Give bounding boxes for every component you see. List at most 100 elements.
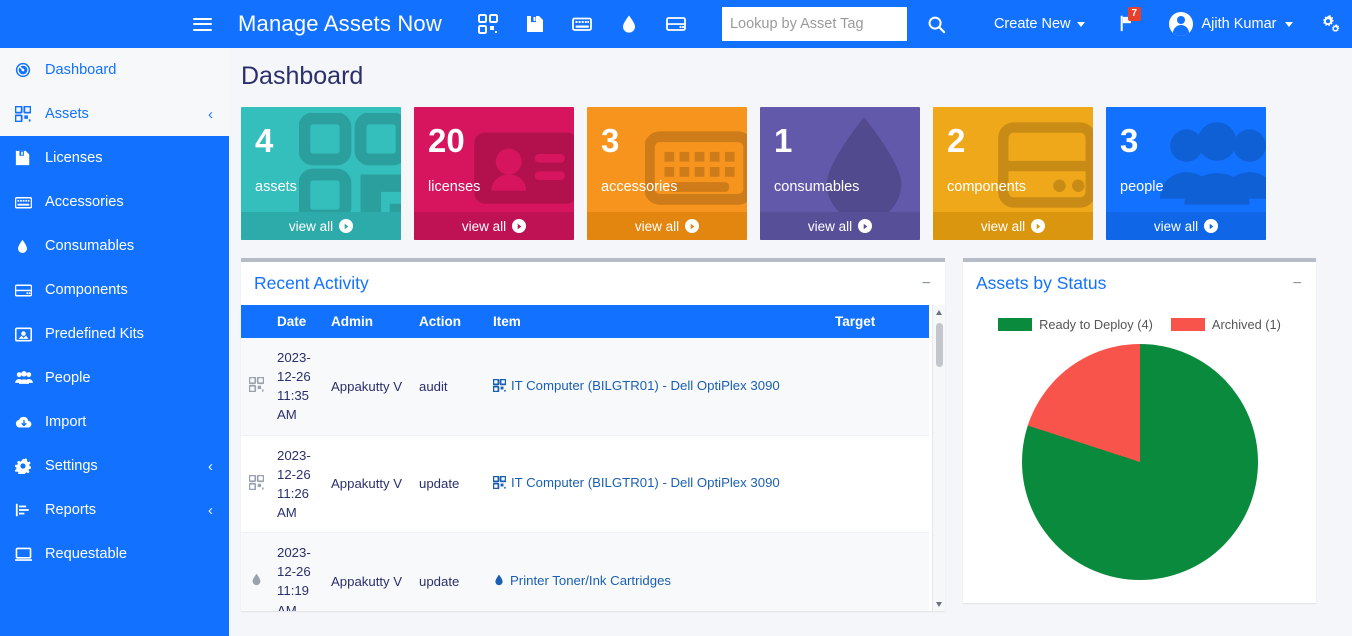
row-date: 2023-12-26 11:26 AM (271, 435, 325, 534)
col-item[interactable]: Item (487, 305, 829, 338)
sidebar-item-reports[interactable]: Reports ‹ (0, 488, 229, 532)
assets-qr-icon (298, 112, 401, 226)
col-target[interactable]: Target (829, 305, 929, 338)
table-row[interactable]: 2023-12-26 11:35 AM Appakutty V audit IT… (241, 338, 929, 436)
pie-chart-area (963, 338, 1316, 580)
sidebar-item-consumables[interactable]: Consumables (0, 224, 229, 268)
sidebar-item-dashboard[interactable]: Dashboard (0, 48, 229, 92)
components-icon[interactable] (666, 14, 686, 34)
accessories-keyboard-icon[interactable] (572, 14, 592, 34)
scrollbar-thumb[interactable] (936, 323, 943, 367)
stat-label: consumables (774, 179, 860, 195)
page-title: Dashboard (241, 62, 364, 90)
row-type-icon (241, 435, 271, 534)
collapse-icon[interactable]: − (1293, 275, 1302, 292)
consumables-droplet-icon (495, 574, 503, 586)
main-content: Dashboard 4 assets view all 20 licenses … (229, 48, 1352, 636)
collapse-icon[interactable]: − (922, 275, 931, 292)
table-body: 2023-12-26 11:35 AM Appakutty V audit IT… (241, 338, 929, 611)
stat-card-licenses[interactable]: 20 licenses view all (414, 107, 574, 240)
assets-by-status-pie-chart[interactable] (1021, 344, 1258, 580)
create-new-dropdown[interactable]: Create New (994, 16, 1085, 32)
sidebar-item-licenses[interactable]: Licenses (0, 136, 229, 180)
activity-table-wrap: Date Admin Action Item Target 2023-12-26… (241, 305, 945, 611)
stat-card-accessories[interactable]: 3 accessories view all (587, 107, 747, 240)
sidebar-item-people[interactable]: People (0, 356, 229, 400)
row-type-icon (241, 532, 271, 611)
licenses-floppy-icon[interactable] (525, 14, 545, 34)
stat-card-people[interactable]: 3 people view all (1106, 107, 1266, 240)
row-item: IT Computer (BILGTR01) - Dell OptiPlex 3… (487, 435, 829, 534)
row-action: update (413, 435, 487, 534)
sidebar-item-predefined-kits[interactable]: Predefined Kits (0, 312, 229, 356)
table-scrollbar[interactable] (932, 305, 945, 611)
stat-label: assets (255, 179, 297, 195)
view-all-link[interactable]: view all (760, 212, 920, 240)
chevron-left-icon[interactable]: ‹ (208, 107, 213, 122)
panel-header: Recent Activity − (241, 262, 945, 305)
item-link[interactable]: Printer Toner/Ink Cartridges (493, 573, 671, 588)
legend-label: Archived (1) (1211, 317, 1281, 332)
scroll-down-icon[interactable] (936, 602, 942, 607)
sidebar-item-assets[interactable]: Assets ‹ (0, 92, 229, 136)
stat-card-assets[interactable]: 4 assets view all (241, 107, 401, 240)
notifications-flag-icon[interactable]: 7 (1119, 7, 1142, 35)
legend-swatch-ready-to-deploy (998, 318, 1033, 331)
predefined-kits-icon (15, 325, 35, 343)
stat-cards-row: 4 assets view all 20 licenses view all 3… (229, 91, 1352, 240)
search-icon[interactable] (920, 7, 954, 41)
item-link[interactable]: IT Computer (BILGTR01) - Dell OptiPlex 3… (493, 475, 780, 490)
quick-nav-icons (477, 14, 686, 34)
panel-header: Assets by Status − (963, 262, 1316, 305)
row-admin: Appakutty V (325, 435, 413, 534)
stat-card-consumables[interactable]: 1 consumables view all (760, 107, 920, 240)
user-menu[interactable]: Ajith Kumar (1168, 12, 1294, 36)
stat-label: licenses (428, 179, 481, 195)
arrow-right-icon (512, 219, 527, 233)
hamburger-icon[interactable] (180, 0, 224, 48)
consumables-droplet-icon[interactable] (619, 14, 639, 34)
view-all-link[interactable]: view all (933, 212, 1093, 240)
scroll-up-icon[interactable] (936, 310, 942, 315)
sidebar-item-settings[interactable]: Settings ‹ (0, 444, 229, 488)
view-all-link[interactable]: view all (587, 212, 747, 240)
sidebar-item-label: Reports (45, 502, 97, 518)
chevron-left-icon[interactable]: ‹ (208, 459, 213, 474)
sidebar-item-import[interactable]: Import (0, 400, 229, 444)
col-date[interactable]: Date (271, 305, 325, 338)
col-action[interactable]: Action (413, 305, 487, 338)
stat-count: 4 (255, 122, 274, 159)
accessories-keyboard-icon (643, 113, 747, 226)
import-cloud-icon (15, 413, 35, 431)
legend-item[interactable]: Archived (1) (1170, 317, 1281, 332)
view-all-link[interactable]: view all (414, 212, 574, 240)
legend-item[interactable]: Ready to Deploy (4) (998, 317, 1153, 332)
stat-count: 3 (1120, 122, 1139, 159)
arrow-right-icon (685, 219, 700, 233)
row-admin: Appakutty V (325, 338, 413, 436)
sidebar-item-accessories[interactable]: Accessories (0, 180, 229, 224)
sidebar-item-components[interactable]: Components (0, 268, 229, 312)
sidebar-item-requestable[interactable]: Requestable (0, 532, 229, 576)
search-input[interactable] (721, 7, 907, 41)
table-row[interactable]: 2023-12-26 11:19 AM Appakutty V update P… (241, 532, 929, 611)
licenses-floppy-icon (15, 149, 35, 167)
view-all-link[interactable]: view all (1106, 212, 1266, 240)
view-all-label: view all (1153, 218, 1199, 234)
stat-card-components[interactable]: 2 components view all (933, 107, 1093, 240)
settings-gears-icon[interactable] (1319, 14, 1341, 34)
row-item: Printer Toner/Ink Cartridges (487, 532, 829, 611)
assets-qr-icon[interactable] (477, 14, 498, 34)
sidebar-item-label: People (45, 370, 91, 386)
consumables-droplet-icon (812, 113, 916, 222)
table-row[interactable]: 2023-12-26 11:26 AM Appakutty V update I… (241, 435, 929, 534)
col-icon (241, 305, 271, 338)
user-name-label: Ajith Kumar (1201, 16, 1277, 32)
chevron-left-icon[interactable]: ‹ (208, 503, 213, 518)
stat-label: people (1120, 179, 1164, 195)
row-action: audit (413, 338, 487, 436)
col-admin[interactable]: Admin (325, 305, 413, 338)
view-all-link[interactable]: view all (241, 212, 401, 240)
item-link[interactable]: IT Computer (BILGTR01) - Dell OptiPlex 3… (493, 378, 780, 393)
app-root: Manage Assets Now Lookup by Asset Tag Cr… (0, 0, 1352, 636)
